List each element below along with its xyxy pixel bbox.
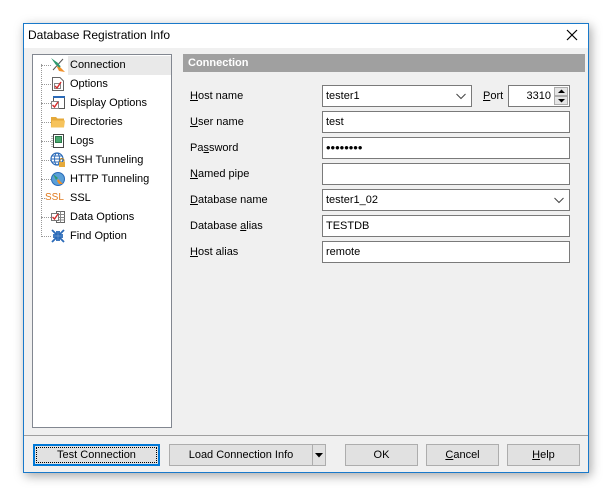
help-button[interactable]: Help [507, 444, 580, 466]
tree-item-label: Directories [70, 116, 123, 128]
label-mnemonic: H [190, 246, 198, 258]
focus-rectangle [36, 447, 157, 463]
port-value: 3310 [526, 90, 551, 102]
password-input[interactable]: •••••••• [322, 137, 570, 159]
ok-button[interactable]: OK [345, 444, 418, 466]
label-text: ost alias [197, 246, 239, 258]
tree-item-directories[interactable]: Directories [33, 113, 171, 132]
user-name-input[interactable]: test [322, 111, 570, 133]
tree-item-label: Data Options [70, 211, 135, 223]
display-options-icon [50, 95, 66, 111]
label-text: Pa [190, 142, 204, 154]
chevron-down-icon[interactable] [553, 193, 565, 207]
password-label: Password [190, 142, 238, 154]
tree-item-label: Display Options [70, 97, 148, 109]
tree-item-label: SSL [70, 192, 91, 204]
ssl-icon: SSL [45, 192, 64, 203]
test-connection-button[interactable]: Test Connection [33, 444, 160, 466]
tree-item-data-options[interactable]: Data Options [33, 208, 171, 227]
tree-item-label: Logs [70, 135, 94, 147]
window-title: Database Registration Info [28, 28, 171, 42]
tree-item-logs[interactable]: Logs [33, 132, 171, 151]
tree-item-connection[interactable]: Connection [33, 56, 171, 75]
tree-item-label: SSH Tunneling [70, 154, 144, 166]
data-options-icon [50, 209, 66, 225]
cancel-button[interactable]: Cancel [426, 444, 499, 466]
label-text: ser name [197, 116, 244, 128]
tree-item-label: HTTP Tunneling [70, 173, 150, 185]
label-mnemonic: D [190, 194, 198, 206]
http-tunnel-icon [50, 171, 66, 187]
host-name-value: tester1 [326, 90, 360, 102]
label-text: ost name [197, 90, 244, 102]
button-label: Load Connection Info [188, 449, 294, 461]
log-icon [50, 133, 66, 149]
host-alias-input[interactable]: remote [322, 241, 570, 263]
named-pipe-label: Named pipe [190, 168, 249, 180]
database-alias-label: Database alias [190, 220, 263, 232]
close-icon[interactable] [564, 27, 580, 43]
title-bar: Database Registration Info [24, 24, 588, 48]
tree-item-ssl[interactable]: SSL SSL [33, 189, 171, 208]
tree-item-ssh-tunneling[interactable]: SSH Tunneling [33, 151, 171, 170]
section-header: Connection [183, 54, 585, 72]
label-text: amed pipe [197, 168, 250, 180]
database-name-label: Database name [190, 194, 268, 206]
tree-item-options[interactable]: Options [33, 75, 171, 94]
database-name-value: tester1_02 [326, 194, 378, 206]
named-pipe-input[interactable] [322, 163, 570, 185]
label-text: atabase name [197, 194, 268, 206]
folder-icon [50, 114, 66, 130]
options-icon [50, 76, 66, 92]
chevron-down-icon[interactable] [455, 89, 467, 103]
find-option-icon [50, 228, 66, 244]
button-label: elp [540, 449, 555, 461]
tree-item-label: Connection [68, 56, 171, 75]
host-alias-label: Host alias [190, 246, 238, 258]
label-mnemonic: N [190, 168, 198, 180]
ssh-globe-lock-icon [50, 152, 66, 168]
host-name-combobox[interactable]: tester1 [322, 85, 472, 107]
spin-up-button[interactable] [554, 87, 568, 96]
label-text: sword [208, 142, 239, 154]
caret-down-icon [315, 449, 323, 461]
label-text: Database [190, 220, 241, 232]
options-tree: Connection Options Display Options Direc… [32, 54, 172, 428]
button-label: ancel [453, 449, 480, 461]
plug-icon [50, 57, 66, 73]
port-spinner[interactable]: 3310 [508, 85, 570, 107]
user-name-label: User name [190, 116, 244, 128]
label-mnemonic: H [190, 90, 198, 102]
spin-down-button[interactable] [554, 96, 568, 105]
host-name-label: Host name [190, 90, 243, 102]
tree-item-find-option[interactable]: Find Option [33, 227, 171, 246]
port-label: Port [483, 90, 503, 102]
tree-item-label: Options [70, 78, 108, 90]
tree-item-display-options[interactable]: Display Options [33, 94, 171, 113]
load-connection-dropdown-button[interactable] [312, 444, 326, 466]
label-text: lias [246, 220, 263, 232]
load-connection-info-button[interactable]: Load Connection Info [169, 444, 313, 466]
database-name-combobox[interactable]: tester1_02 [322, 189, 570, 211]
tree-item-http-tunneling[interactable]: HTTP Tunneling [33, 170, 171, 189]
database-alias-input[interactable]: TESTDB [322, 215, 570, 237]
button-label: OK [373, 449, 390, 461]
tree-item-label: Find Option [70, 230, 127, 242]
label-text: ort [490, 90, 504, 102]
dialog-window: Database Registration Info Connection Op… [23, 23, 589, 473]
label-mnemonic: H [532, 449, 541, 461]
label-mnemonic: U [190, 116, 198, 128]
divider [24, 435, 588, 436]
